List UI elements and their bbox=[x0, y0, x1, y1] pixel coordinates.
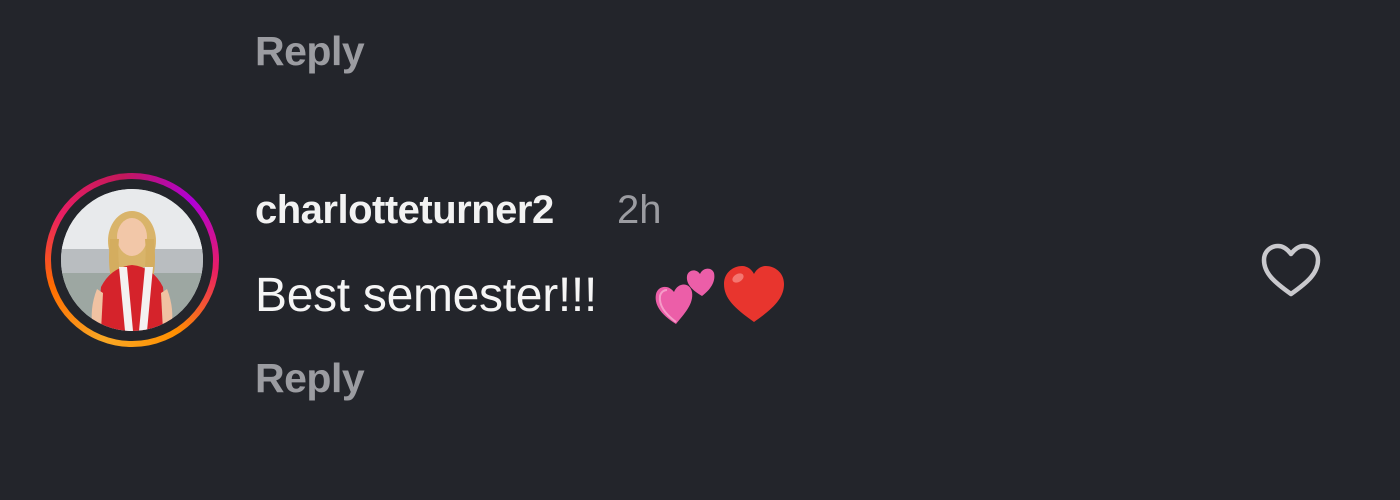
heart-icon[interactable] bbox=[1256, 238, 1326, 302]
comments-screen: Reply charlotteturner2 2h Best semester!… bbox=[0, 0, 1400, 500]
red-heart-icon bbox=[720, 262, 788, 331]
two-hearts-icon bbox=[652, 262, 720, 331]
avatar-photo bbox=[61, 189, 203, 331]
comment-reply-button[interactable]: Reply bbox=[255, 355, 365, 402]
avatar[interactable] bbox=[45, 173, 219, 347]
comment-text: Best semester!!! bbox=[255, 269, 597, 322]
previous-comment-avatar[interactable] bbox=[100, 0, 170, 4]
comment-username[interactable]: charlotteturner2 bbox=[255, 188, 554, 233]
comment-timestamp: 2h bbox=[617, 188, 662, 232]
previous-comment-reply-button[interactable]: Reply bbox=[255, 28, 365, 75]
